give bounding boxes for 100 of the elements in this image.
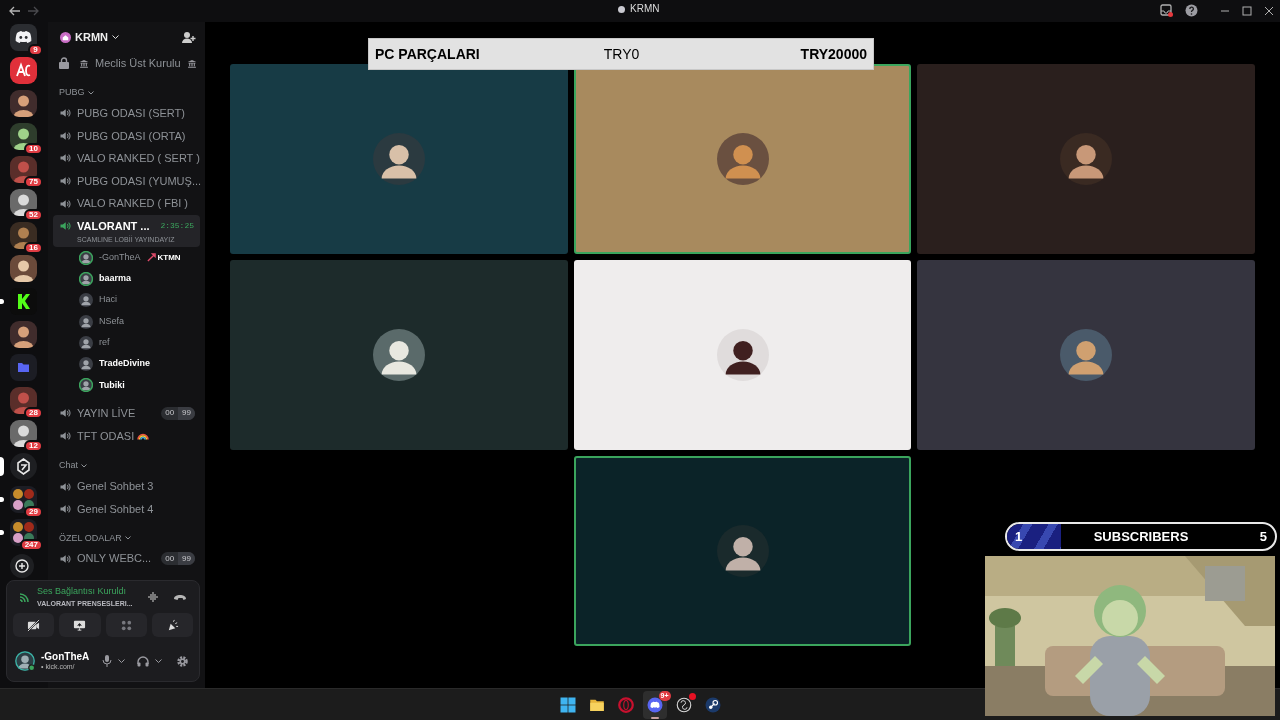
chevron-down-icon[interactable] — [81, 464, 87, 469]
subscriber-goal: 5 — [1259, 527, 1267, 546]
goal-target: TRY20000 — [800, 44, 867, 64]
channel-item[interactable]: PUBG ODASI (SERT) — [48, 102, 205, 125]
connection-signal-icon — [19, 591, 31, 603]
unread-count-badge: 52 — [24, 209, 43, 221]
unread-count-badge: 9 — [28, 44, 43, 56]
server-icon[interactable] — [10, 321, 37, 348]
user-name[interactable]: Tubiki — [99, 378, 125, 393]
channel-name[interactable]: Meclis Üst Kurulu — [95, 54, 181, 72]
server-icon — [618, 5, 625, 13]
unread-count-badge: 10 — [24, 143, 43, 155]
channel-item[interactable]: TFT ODASI — [48, 424, 205, 448]
headphones-icon[interactable] — [137, 655, 149, 667]
add-server-icon[interactable] — [10, 554, 34, 578]
server-item[interactable]: 247 — [0, 519, 37, 546]
user-name[interactable]: NSefa — [99, 314, 124, 329]
server-group-icon[interactable] — [10, 519, 37, 546]
camera-off-button[interactable] — [13, 613, 55, 637]
category-header[interactable]: PUBG — [59, 86, 85, 100]
channel-item[interactable]: Genel Sohbet 3 — [48, 475, 205, 498]
subscriber-count: 1 — [1015, 527, 1023, 546]
server-item[interactable] — [0, 453, 37, 480]
avatar-icon — [716, 133, 769, 185]
discord-logo-icon[interactable] — [10, 24, 37, 51]
user-limit: 99 — [178, 406, 195, 420]
server-logo-icon[interactable] — [10, 57, 37, 84]
activities-button[interactable] — [105, 613, 147, 637]
user-name[interactable]: TradeDivine — [99, 357, 151, 371]
avatar-icon — [716, 329, 769, 381]
user-name[interactable]: baarma — [99, 272, 132, 286]
user-count: 00 — [164, 407, 176, 420]
chevron-down-icon[interactable] — [87, 91, 94, 95]
subscriber-label: SUBSCRIBERS — [1093, 527, 1189, 546]
channel-item[interactable]: VALO RANKED ( FBI ) — [48, 192, 205, 215]
user-name[interactable]: -GonTheA — [99, 250, 141, 265]
chevron-down-icon[interactable] — [118, 658, 125, 664]
channel-name: VALORANT ... — [77, 219, 150, 235]
screen-share-icon — [73, 618, 87, 632]
server-icon[interactable] — [10, 156, 37, 183]
server-icon[interactable] — [10, 420, 37, 447]
unread-count-badge: 28 — [24, 407, 43, 419]
chevron-down-icon[interactable] — [155, 658, 162, 664]
user-avatar[interactable] — [15, 651, 35, 671]
avatar-icon — [373, 133, 425, 185]
goal-label: PC PARÇALARI — [375, 44, 481, 64]
user-name[interactable]: ref — [99, 336, 110, 350]
channel-item[interactable]: Genel Sohbet 4 — [48, 497, 205, 521]
screen-share-button[interactable] — [59, 613, 101, 637]
chevron-down-icon[interactable] — [124, 536, 131, 541]
server-icon[interactable] — [10, 222, 37, 249]
category-header[interactable]: Chat — [59, 459, 78, 473]
home-icon — [60, 31, 71, 43]
goal-current: TRY0 — [602, 44, 641, 64]
server-icon[interactable] — [10, 123, 37, 150]
soundboard-button[interactable] — [151, 613, 193, 637]
server-icon[interactable] — [10, 387, 37, 414]
server-item[interactable]: 29 — [0, 486, 37, 513]
server-icon[interactable] — [10, 90, 37, 117]
steam-icon — [703, 695, 722, 714]
channel-item[interactable]: VALO RANKED ( SERT ) — [48, 147, 205, 170]
inbox-icon[interactable] — [1160, 4, 1173, 17]
window-title: KRMN — [630, 4, 660, 14]
microphone-icon[interactable] — [102, 655, 112, 667]
server-logo-icon[interactable] — [10, 453, 37, 480]
user-tag: KTMN — [157, 251, 181, 264]
server-name[interactable]: KRMN — [75, 28, 108, 46]
settings-icon[interactable] — [176, 654, 189, 668]
unread-count-badge: 247 — [19, 539, 43, 551]
channel-item[interactable]: ONLY WEBC... 00 99 — [48, 547, 205, 570]
speaker-icon — [59, 429, 71, 442]
server-icon[interactable] — [10, 189, 37, 216]
unread-count-badge: 75 — [24, 176, 43, 188]
channel-item[interactable]: YAYIN LİVE 00 99 — [48, 402, 205, 425]
server-group-icon[interactable] — [10, 486, 37, 513]
maximize-icon[interactable] — [1242, 5, 1252, 16]
record-icon — [674, 695, 693, 714]
speaker-icon — [59, 175, 71, 188]
close-icon[interactable] — [1264, 5, 1274, 16]
add-friend-icon[interactable] — [182, 30, 196, 44]
server-icon[interactable] — [10, 255, 37, 282]
disconnect-icon[interactable] — [173, 593, 187, 601]
activities-icon — [119, 618, 133, 632]
help-icon[interactable] — [1185, 4, 1198, 17]
user-count: 00 — [164, 552, 176, 565]
speaker-icon — [59, 503, 71, 516]
speaker-icon — [59, 407, 71, 420]
channel-item[interactable]: PUBG ODASI (ORTA) — [48, 124, 205, 148]
user-name[interactable]: Haci — [99, 293, 117, 307]
user-name[interactable]: -GonTheA — [41, 651, 96, 662]
rainbow-icon — [137, 431, 150, 441]
speaker-icon — [59, 152, 71, 165]
bank-icon — [186, 57, 197, 69]
back-arrow-icon[interactable] — [9, 6, 21, 16]
user-limit: 99 — [178, 552, 195, 566]
channel-item[interactable]: PUBG ODASI (YUMUŞ... — [48, 169, 205, 193]
active-indicator — [650, 716, 659, 719]
category-header[interactable]: ÖZEL ODALAR — [59, 531, 122, 546]
windows-logo-icon — [558, 695, 577, 714]
folder-icon[interactable] — [10, 354, 37, 381]
